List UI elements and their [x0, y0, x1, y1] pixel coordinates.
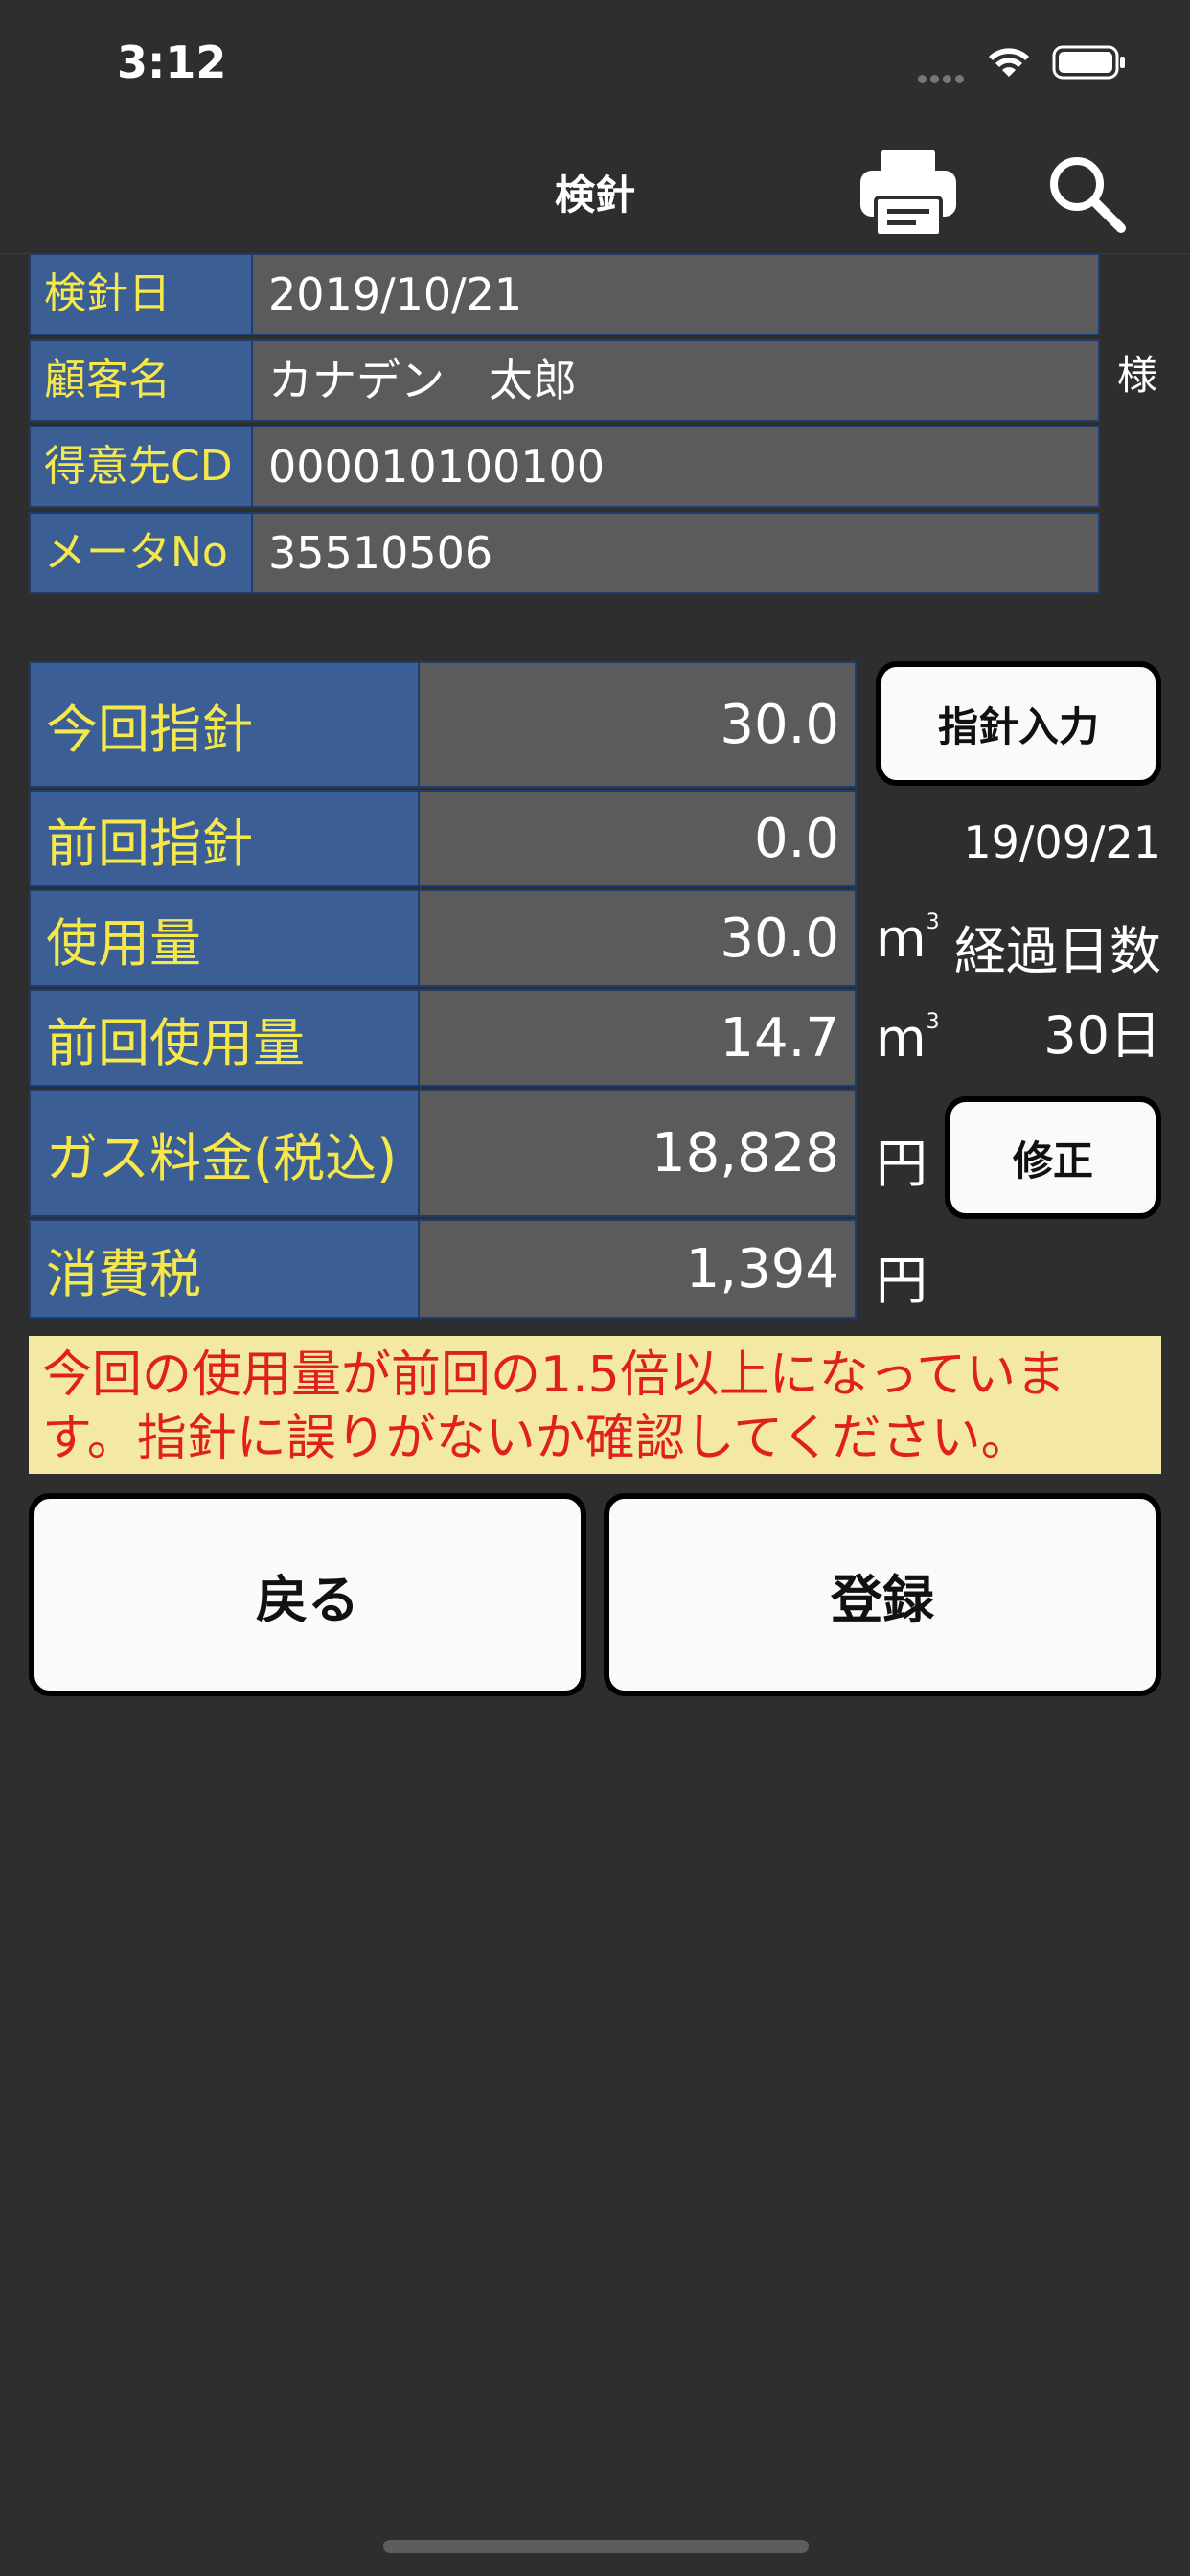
meter-number-value: 35510506 [251, 514, 1098, 592]
tax-unit: 円 [876, 1251, 927, 1311]
tax-label: 消費税 [31, 1221, 418, 1317]
tax-row: 消費税 1,394 [29, 1219, 857, 1319]
home-indicator[interactable] [383, 2540, 809, 2553]
cellular-signal-icon [918, 69, 970, 83]
search-icon[interactable] [1044, 151, 1127, 234]
meter-number-label: メータNo [31, 514, 251, 592]
previous-reading-date: 19/09/21 [963, 816, 1161, 868]
previous-reading-label: 前回指針 [31, 792, 418, 886]
elapsed-days-value: 30日 [1043, 1005, 1161, 1066]
back-button[interactable]: 戻る [29, 1493, 586, 1696]
usage-row: 使用量 30.0 [29, 889, 857, 987]
correct-button[interactable]: 修正 [945, 1096, 1161, 1219]
meter-number-row: メータNo 35510506 [29, 512, 1100, 594]
inspection-date-value: 2019/10/21 [251, 255, 1098, 334]
gas-fee-value: 18,828 [418, 1091, 855, 1215]
customer-name-value: カナデン 太郎 [251, 341, 1098, 420]
customer-code-row: 得意先CD 000010100100 [29, 426, 1100, 508]
customer-code-value: 000010100100 [251, 427, 1098, 506]
status-time: 3:12 [117, 36, 227, 88]
printer-icon[interactable] [858, 144, 958, 240]
gas-fee-label: ガス料金(税込) [31, 1091, 418, 1215]
reading-input-button[interactable]: 指針入力 [876, 661, 1161, 786]
customer-name-label: 顧客名 [31, 341, 251, 420]
current-reading-row: 今回指針 30.0 [29, 661, 857, 788]
page-title: 検針 [554, 172, 635, 218]
gas-fee-row: ガス料金(税込) 18,828 [29, 1089, 857, 1217]
battery-icon [1052, 45, 1125, 80]
inspection-date-row: 検針日 2019/10/21 [29, 253, 1100, 335]
previous-usage-label: 前回使用量 [31, 991, 418, 1085]
register-button[interactable]: 登録 [604, 1493, 1161, 1696]
current-reading-label: 今回指針 [31, 663, 418, 786]
gas-fee-unit: 円 [876, 1134, 927, 1194]
status-bar: 3:12 [0, 0, 1190, 125]
previous-usage-row: 前回使用量 14.7 [29, 989, 857, 1087]
usage-value: 30.0 [418, 891, 855, 985]
previous-usage-unit: m3 [876, 1008, 940, 1069]
previous-reading-value: 0.0 [418, 792, 855, 886]
inspection-date-label: 検針日 [31, 255, 251, 334]
elapsed-days-label: 経過日数 [954, 921, 1161, 981]
current-reading-value[interactable]: 30.0 [418, 663, 855, 786]
customer-name-row: 顧客名 カナデン 太郎 [29, 339, 1100, 422]
customer-code-label: 得意先CD [31, 427, 251, 506]
usage-unit: m3 [876, 908, 940, 969]
honorific-text: 様 [1117, 352, 1158, 399]
previous-reading-row: 前回指針 0.0 [29, 790, 857, 887]
tax-value: 1,394 [418, 1221, 855, 1317]
wifi-icon [989, 48, 1029, 77]
usage-label: 使用量 [31, 891, 418, 985]
navigation-bar: 検針 [0, 125, 1190, 254]
warning-message: 今回の使用量が前回の1.5倍以上になっています。指針に誤りがないか確認してくださ… [29, 1336, 1161, 1474]
previous-usage-value: 14.7 [418, 991, 855, 1085]
